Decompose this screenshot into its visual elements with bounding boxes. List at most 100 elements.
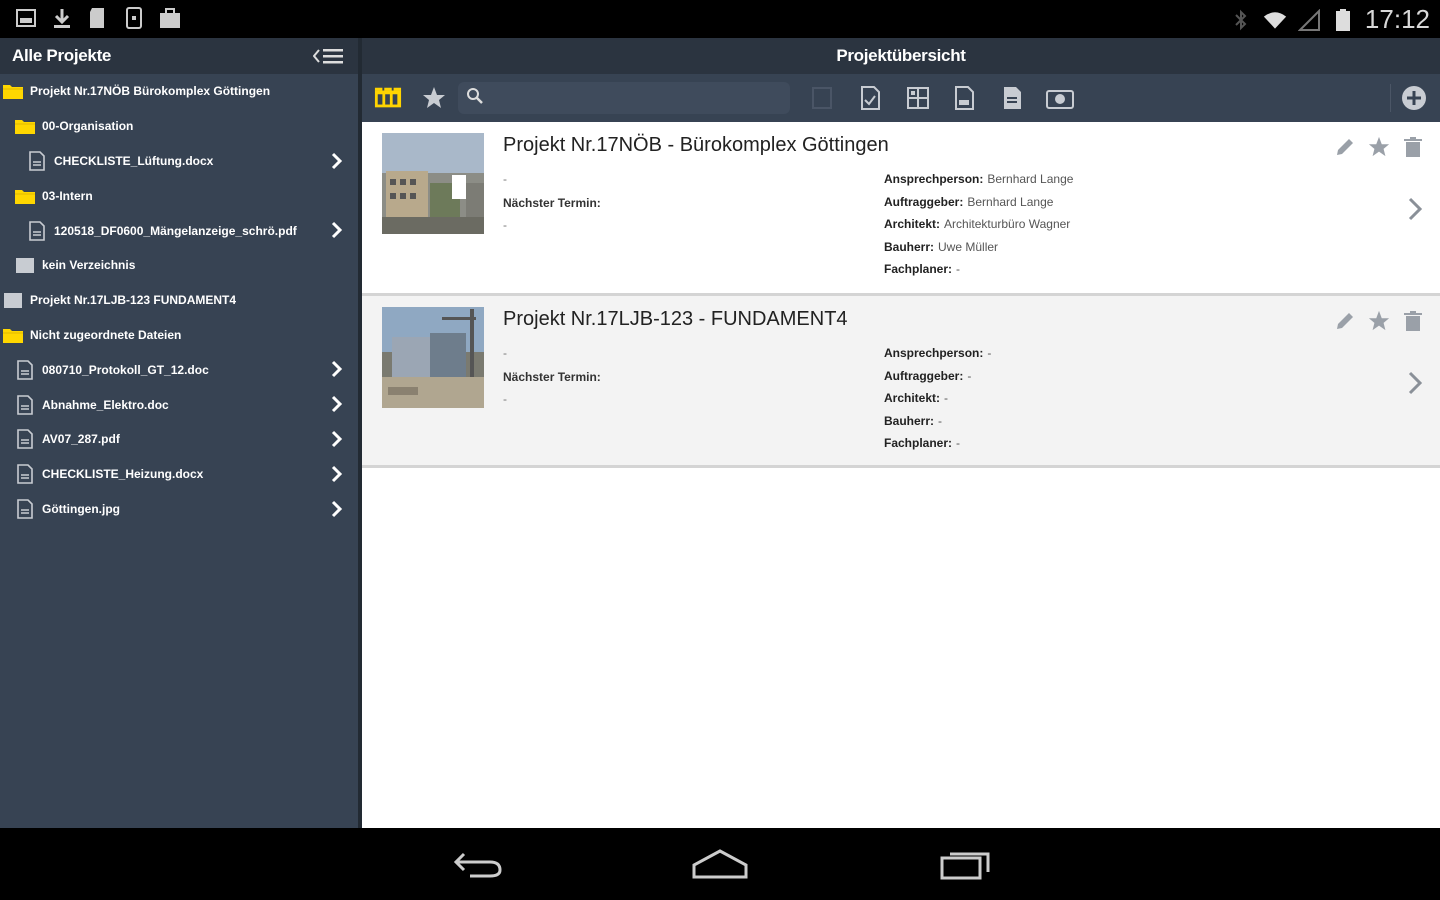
chevron-right-icon[interactable]	[330, 152, 346, 170]
property-label: Bauherr:	[884, 413, 935, 428]
image-icon	[14, 6, 38, 30]
star-icon[interactable]	[1368, 310, 1390, 332]
tree-folder-item[interactable]: Projekt Nr.17LJB-123 FUNDAMENT4	[0, 283, 358, 318]
folder-open-icon	[2, 81, 24, 101]
clock: 17:12	[1364, 4, 1430, 34]
status-bar: 17:12	[0, 0, 1440, 38]
report-icon[interactable]	[950, 85, 978, 111]
chevron-right-icon[interactable]	[330, 221, 346, 239]
project-properties: Ansprechperson: - Auftraggeber: - Architekt:…	[884, 346, 991, 459]
search-box[interactable]	[458, 82, 790, 114]
collapse-menu-icon[interactable]	[312, 45, 346, 67]
back-icon[interactable]	[448, 846, 508, 882]
project-card[interactable]: Projekt Nr.17LJB-123 - FUNDAMENT4 - Nächst…	[362, 296, 1440, 468]
folder-open-icon	[2, 325, 24, 345]
floorplan-icon[interactable]	[904, 85, 932, 111]
checklist-icon[interactable]	[856, 85, 884, 111]
toolbar	[362, 74, 1440, 122]
file-icon	[26, 220, 48, 241]
add-project-icon[interactable]	[1400, 85, 1428, 111]
document-icon[interactable]	[998, 85, 1026, 111]
property-value: Uwe Müller	[938, 239, 999, 254]
tree-file-item[interactable]: AV07_287.pdf	[0, 422, 358, 457]
property-label: Fachplaner:	[884, 436, 953, 450]
chevron-right-icon[interactable]	[1406, 196, 1426, 222]
property-value: Architekturbüro Wagner	[944, 217, 1071, 231]
project-property: Architekt: -	[884, 391, 991, 414]
all-projects-filter-icon[interactable]	[374, 85, 402, 111]
file-icon	[26, 151, 48, 171]
project-card[interactable]: Projekt Nr.17NÖB - Bürokomplex Göttingen…	[362, 122, 1440, 296]
battery-icon	[1331, 8, 1355, 32]
file-icon	[14, 394, 36, 415]
tree-file-item[interactable]: CHECKLISTE_Heizung.docx	[0, 457, 358, 492]
chevron-right-icon[interactable]	[330, 500, 346, 518]
tree-folder-item[interactable]: Nicht zugeordnete Dateien	[0, 318, 358, 353]
project-description: -	[503, 172, 507, 186]
tree-folder-item[interactable]: 00-Organisation	[0, 109, 358, 144]
next-appointment-label: Nächster Termin:	[503, 196, 601, 210]
project-property: Bauherr: -	[884, 414, 991, 437]
property-label: Architekt:	[884, 217, 941, 231]
project-thumbnail[interactable]	[382, 307, 484, 408]
edit-icon[interactable]	[1334, 310, 1356, 332]
chevron-right-icon[interactable]	[1406, 370, 1426, 396]
recent-apps-icon[interactable]	[934, 846, 994, 882]
download-icon	[50, 6, 74, 30]
tree-item-label: 00-Organisation	[42, 119, 134, 134]
signal-icon	[1297, 8, 1321, 32]
project-title: Projekt Nr.17LJB-123 - FUNDAMENT4	[503, 308, 848, 330]
sidebar-header: Alle Projekte	[0, 38, 358, 74]
folder-closed-icon	[14, 255, 36, 275]
property-label: Auftraggeber:	[884, 194, 964, 209]
star-icon[interactable]	[1368, 136, 1390, 158]
tree-file-item[interactable]: Göttingen.jpg	[0, 492, 358, 527]
bluetooth-icon	[1229, 8, 1253, 32]
tree-folder-item[interactable]: kein Verzeichnis	[0, 248, 358, 283]
tree-file-item[interactable]: 120518_DF0600_Mängelanzeige_schrö.pdf	[0, 213, 358, 248]
chevron-right-icon[interactable]	[330, 465, 346, 483]
tree-item-label: Nicht zugeordnete Dateien	[30, 327, 182, 342]
sidebar-title: Alle Projekte	[12, 46, 112, 65]
delete-icon[interactable]	[1402, 310, 1424, 332]
card-actions	[1334, 136, 1424, 158]
property-value: Bernhard Lange	[987, 172, 1074, 186]
search-input[interactable]	[490, 90, 770, 106]
tree-folder-item[interactable]: 03-Intern	[0, 178, 358, 213]
document-list-icon[interactable]	[808, 85, 836, 111]
chevron-right-icon[interactable]	[330, 360, 346, 378]
next-appointment-value: -	[503, 392, 507, 406]
delete-icon[interactable]	[1402, 136, 1424, 158]
folder-open-icon	[14, 116, 36, 136]
tree-file-item[interactable]: 080710_Protokoll_GT_12.doc	[0, 352, 358, 387]
tree-file-item[interactable]: CHECKLISTE_Lüftung.docx	[0, 144, 358, 179]
project-property: Auftraggeber: -	[884, 369, 991, 392]
folder-closed-icon	[2, 290, 24, 310]
tree-item-label: Projekt Nr.17NÖB Bürokomplex Göttingen	[30, 84, 271, 99]
property-value: -	[944, 391, 949, 405]
toolbar-separator	[1390, 84, 1391, 112]
next-appointment-label: Nächster Termin:	[503, 370, 601, 384]
tree-item-label: 120518_DF0600_Mängelanzeige_schrö.pdf	[54, 223, 297, 238]
card-actions	[1334, 310, 1424, 332]
tree-file-item[interactable]: Abnahme_Elektro.doc	[0, 387, 358, 422]
folder-open-icon	[14, 186, 36, 206]
edit-icon[interactable]	[1334, 136, 1356, 158]
project-property: Bauherr: Uwe Müller	[884, 240, 1073, 263]
project-thumbnail[interactable]	[382, 133, 484, 234]
next-appointment-value: -	[503, 218, 507, 232]
home-icon[interactable]	[690, 846, 750, 882]
favorites-star-icon[interactable]	[420, 85, 448, 111]
project-property: Fachplaner: -	[884, 436, 991, 459]
chevron-right-icon[interactable]	[330, 395, 346, 413]
property-value: Bernhard Lange	[967, 194, 1054, 209]
bag-icon	[158, 6, 182, 30]
chevron-right-icon[interactable]	[330, 430, 346, 448]
tree-item-label: kein Verzeichnis	[42, 258, 136, 273]
camera-icon[interactable]	[1046, 85, 1074, 111]
tree-folder-item[interactable]: Projekt Nr.17NÖB Bürokomplex Göttingen	[0, 74, 358, 109]
project-property: Auftraggeber: Bernhard Lange	[884, 195, 1073, 218]
tree-item-label: 03-Intern	[42, 188, 93, 203]
property-label: Fachplaner:	[884, 262, 953, 276]
property-label: Bauherr:	[884, 239, 935, 254]
